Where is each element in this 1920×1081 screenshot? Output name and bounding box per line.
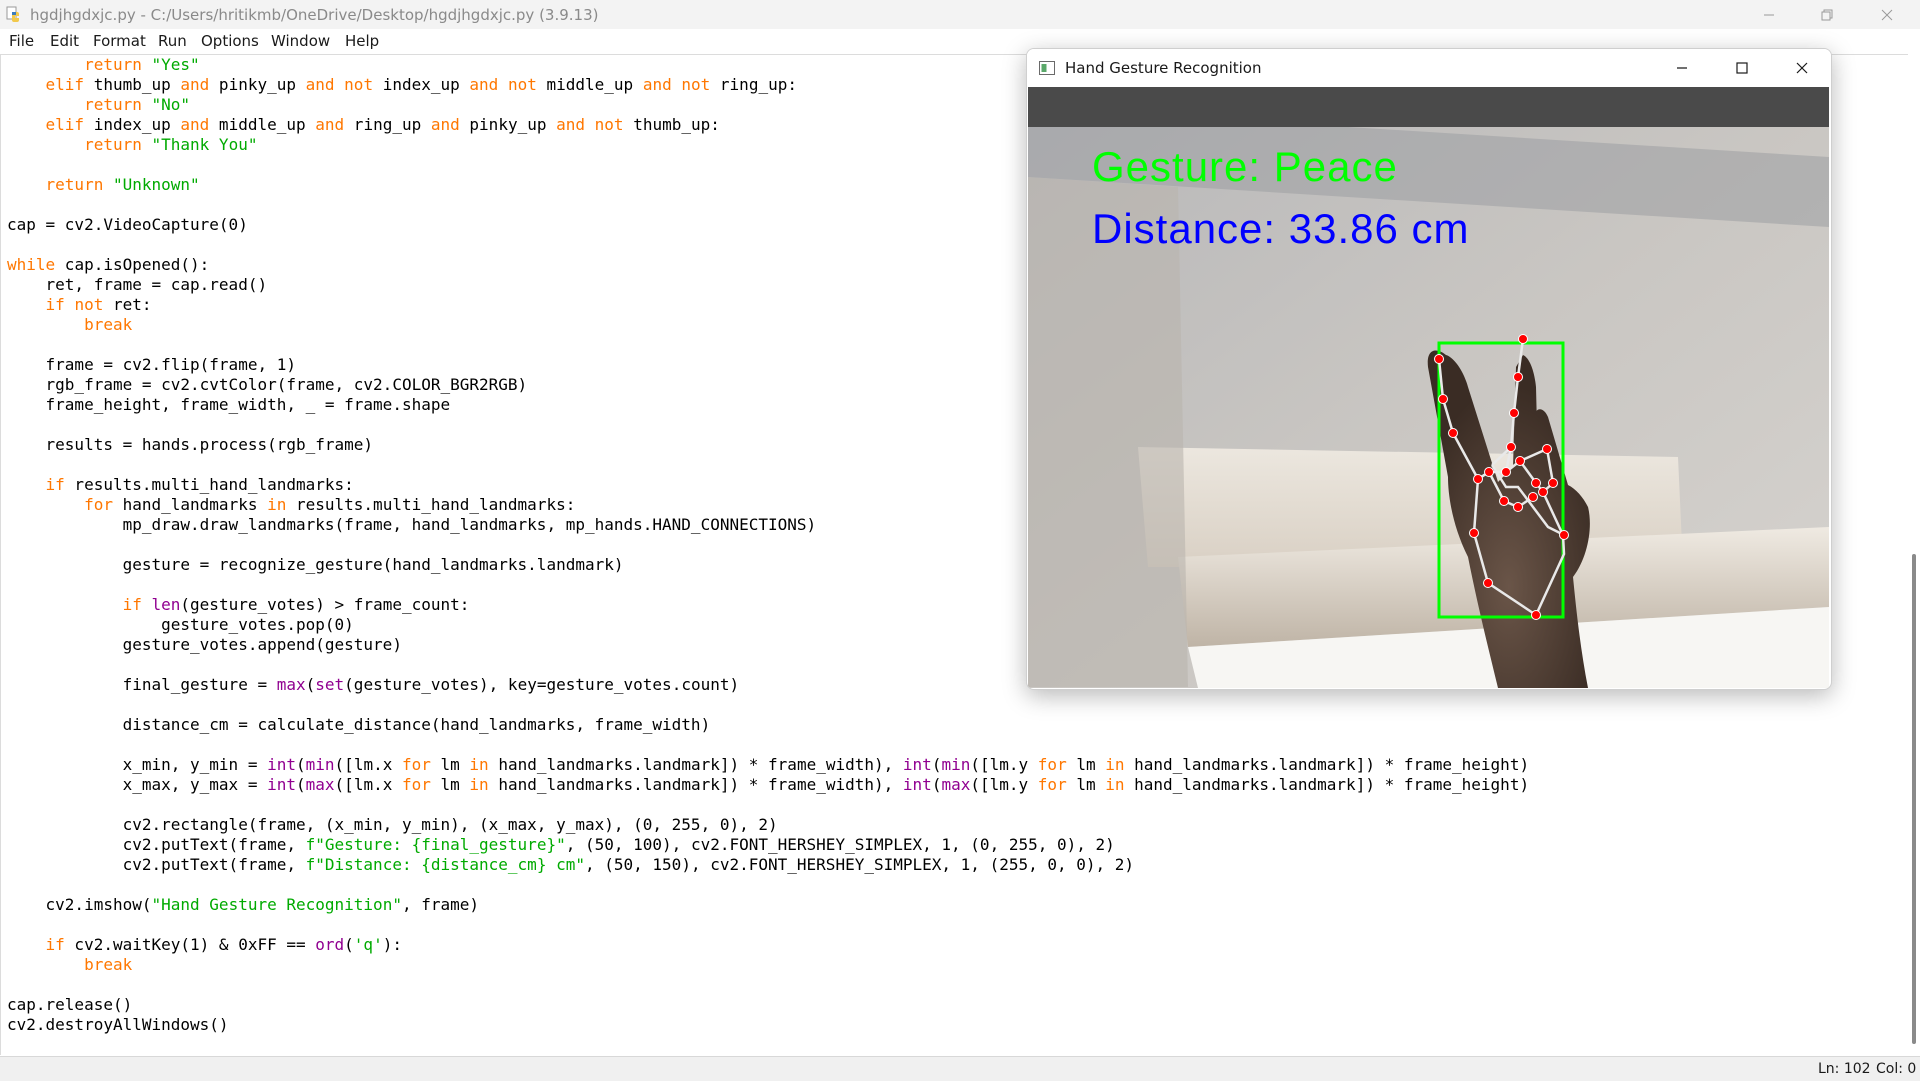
restore-icon xyxy=(1821,9,1833,20)
hand-connections xyxy=(1437,338,1566,617)
cv-window-title: Hand Gesture Recognition xyxy=(1065,59,1262,77)
close-button[interactable] xyxy=(1858,0,1916,29)
status-bar: Ln: 102 Col: 0 xyxy=(0,1056,1920,1081)
landmark-overlay xyxy=(1434,334,1569,620)
minimize-button[interactable] xyxy=(1740,0,1798,29)
cv-close-button[interactable] xyxy=(1773,49,1831,87)
scrollbar-thumb[interactable] xyxy=(1912,554,1916,1044)
close-icon xyxy=(1881,9,1893,20)
idle-titlebar: hgdjhgdxjc.py - C:/Users/hritikmb/OneDri… xyxy=(0,0,1920,29)
vertical-scrollbar[interactable] xyxy=(1908,54,1920,1054)
menu-window[interactable]: Window xyxy=(271,32,330,50)
status-line: Ln: 102 xyxy=(1818,1061,1871,1077)
window-title: hgdjhgdxjc.py - C:/Users/hritikmb/OneDri… xyxy=(30,6,599,24)
menu-edit[interactable]: Edit xyxy=(50,32,79,50)
close-icon xyxy=(1796,62,1808,74)
status-column: Col: 0 xyxy=(1876,1061,1917,1077)
minimize-icon xyxy=(1677,67,1687,69)
cv-maximize-button[interactable] xyxy=(1713,49,1771,87)
camera-frame: Gesture: Peace Distance: 33.86 cm xyxy=(1028,87,1829,688)
python-icon xyxy=(6,6,19,22)
cv-minimize-button[interactable] xyxy=(1653,49,1711,87)
menu-options[interactable]: Options xyxy=(201,32,259,50)
menu-format[interactable]: Format xyxy=(93,32,146,50)
menu-run[interactable]: Run xyxy=(158,32,187,50)
restore-button[interactable] xyxy=(1798,0,1856,29)
menu-file[interactable]: File xyxy=(9,32,34,50)
minimize-icon xyxy=(1764,14,1774,15)
maximize-icon xyxy=(1736,62,1748,74)
hand-gesture-window[interactable]: Hand Gesture Recognition Gesture: Peace … xyxy=(1026,48,1832,690)
window-app-icon xyxy=(1039,61,1055,75)
hand-landmarks xyxy=(1434,334,1569,620)
cv-titlebar[interactable]: Hand Gesture Recognition xyxy=(1027,49,1831,87)
menu-help[interactable]: Help xyxy=(345,32,379,50)
